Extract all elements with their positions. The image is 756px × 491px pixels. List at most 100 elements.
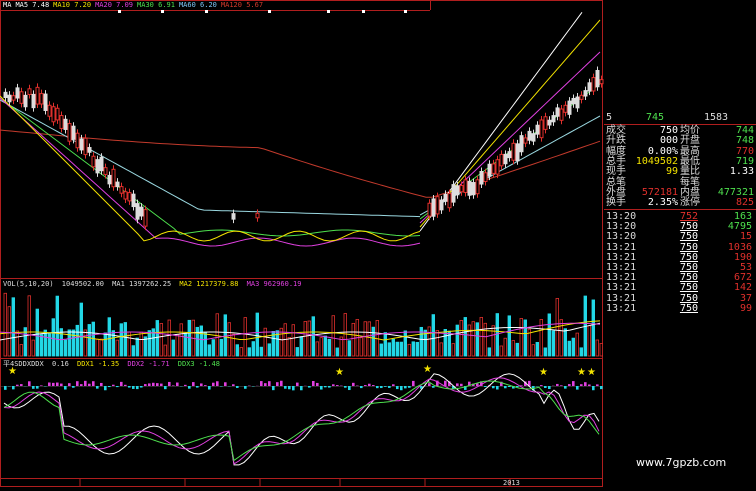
candle-body — [72, 126, 75, 139]
volume-bar — [48, 334, 51, 356]
candle-body — [556, 108, 559, 116]
volume-bar — [560, 320, 563, 356]
volume-bar — [568, 341, 571, 356]
volume-bar — [500, 346, 503, 356]
candle-body — [24, 95, 27, 106]
volume-bar — [292, 325, 295, 356]
candle-body — [548, 120, 551, 125]
volume-bar — [16, 331, 19, 356]
candle-body — [28, 89, 31, 95]
tick-row[interactable]: 13:21750142 — [604, 283, 756, 293]
candle-body — [496, 160, 499, 174]
volume-bar — [344, 314, 347, 356]
indicator-bar — [124, 385, 127, 386]
kline-chart-svg[interactable]: ★★★★★★ — [0, 0, 604, 487]
volume-bar — [176, 334, 179, 356]
volume-bar — [440, 343, 443, 356]
volume-bar — [300, 337, 303, 356]
candle-body — [544, 117, 547, 130]
ma-legend-row: MAMA5 7.48MA10 7.20MA20 7.09MA30 6.91MA6… — [3, 1, 267, 9]
ma-legend-item: MA — [3, 1, 11, 9]
indicator-bar — [568, 384, 571, 386]
candle-body — [576, 97, 579, 108]
volume-bar — [56, 296, 59, 356]
volume-bar — [180, 324, 183, 356]
stat-value: 000 — [660, 136, 678, 146]
volume-bar — [564, 329, 567, 356]
volume-bar — [112, 331, 115, 356]
volume-bar — [296, 347, 299, 356]
volume-bar — [204, 332, 207, 356]
ddx1-label: DDX1 — [77, 360, 94, 368]
indicator-bar — [268, 381, 271, 386]
candle-body — [20, 92, 23, 104]
indicator-bar — [16, 385, 19, 386]
quote-top-mid: 745 — [646, 113, 664, 123]
indicator-bar — [392, 384, 395, 386]
candle-body — [532, 134, 535, 141]
volume-bar — [572, 338, 575, 356]
indicator-bar — [588, 384, 591, 386]
volume-bar — [392, 339, 395, 356]
candle-body — [572, 98, 575, 103]
candle-body — [492, 164, 495, 173]
volume-bar — [64, 340, 67, 356]
candle-body — [108, 175, 111, 183]
volume-bar — [388, 343, 391, 356]
volume-legend: VOL(5,10,20) 1049502.00 MA1 1397262.25 M… — [3, 280, 301, 289]
indicator-bar — [208, 386, 211, 390]
candle-body — [232, 214, 235, 219]
ddx2-value: -1.71 — [148, 360, 169, 368]
ma-legend-item: MA10 7.20 — [53, 1, 91, 9]
indicator-bar — [508, 386, 511, 387]
ddx3-value: -1.48 — [199, 360, 220, 368]
indicator-bar — [396, 386, 399, 389]
volume-bar — [52, 319, 55, 356]
volume-bar — [28, 296, 31, 356]
chart-frame — [1, 1, 603, 487]
volume-bar — [468, 325, 471, 356]
candle-body — [52, 107, 55, 122]
indicator-bar — [360, 386, 363, 388]
candle-body — [124, 192, 127, 199]
candle-body — [512, 143, 515, 160]
indicator-bar — [36, 386, 39, 389]
tick-row[interactable]: 13:2175099 — [604, 304, 756, 314]
stat-label: 升跌 — [606, 136, 626, 146]
volume-bar — [208, 345, 211, 356]
indicator-bar — [404, 386, 407, 388]
volume-bar — [416, 342, 419, 356]
candle-body — [16, 88, 19, 98]
candle-body — [460, 186, 463, 192]
candle-body — [4, 92, 7, 97]
indicator-bar — [344, 386, 347, 388]
indicator-bar — [412, 381, 415, 386]
quote-top-row: 5 745 1583 — [604, 113, 756, 123]
indicator-bar — [12, 386, 15, 389]
indicator-bar — [564, 386, 567, 389]
candle-body — [88, 148, 91, 153]
volume-bar — [196, 327, 199, 356]
candle-body — [484, 173, 487, 182]
indicator-bar — [300, 386, 303, 390]
candle-body — [104, 168, 107, 175]
kline-chart-area[interactable]: ★★★★★★ MAMA5 7.48MA10 7.20MA20 7.09MA30 … — [0, 0, 604, 487]
volume-bar — [504, 338, 507, 356]
indicator-bar — [584, 382, 587, 386]
indicator-bar — [316, 383, 319, 386]
indicator-bar — [308, 386, 311, 388]
tick-row[interactable]: 13:2075015 — [604, 232, 756, 242]
stat-value: 2.35% — [648, 198, 678, 208]
indicator-bar — [104, 386, 107, 390]
indicator-bar — [504, 386, 507, 388]
tick-qty: 99 — [700, 304, 752, 314]
candle-body — [592, 78, 595, 91]
indicator-bar — [348, 386, 351, 390]
volume-bar — [224, 315, 227, 356]
volume-bar — [488, 348, 491, 356]
indicator-bar — [40, 385, 43, 386]
candle-body — [516, 144, 519, 161]
candle-body — [100, 157, 103, 170]
volume-bar — [576, 333, 579, 356]
volume-bar — [160, 323, 163, 356]
